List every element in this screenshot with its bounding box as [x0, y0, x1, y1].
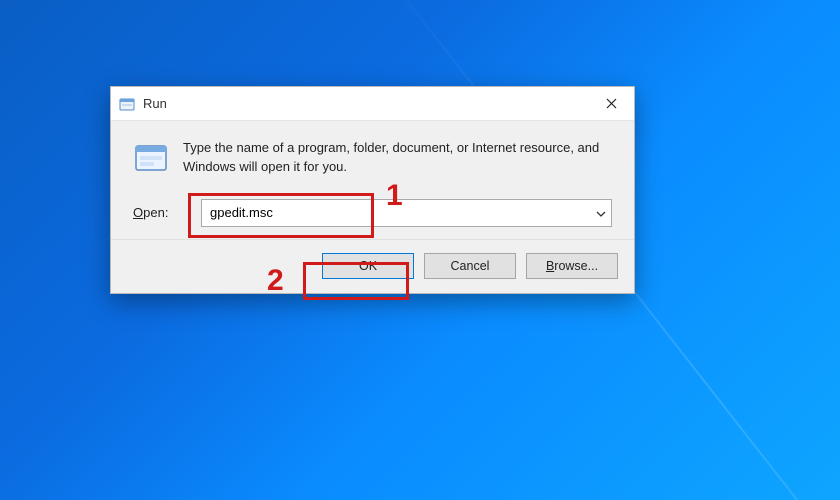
close-icon [606, 96, 617, 112]
ok-button[interactable]: OK [322, 253, 414, 279]
dialog-body: Type the name of a program, folder, docu… [111, 121, 634, 239]
description-text: Type the name of a program, folder, docu… [183, 139, 612, 177]
run-icon [119, 96, 135, 112]
close-button[interactable] [588, 87, 634, 121]
cancel-button[interactable]: Cancel [424, 253, 516, 279]
button-row: OK Cancel Browse... [111, 239, 634, 293]
browse-button[interactable]: Browse... [526, 253, 618, 279]
open-label: Open: [133, 205, 189, 220]
open-combobox[interactable] [201, 199, 612, 227]
titlebar: Run [111, 87, 634, 121]
run-large-icon [133, 139, 169, 175]
run-dialog: Run Type the name of a program, folder, … [110, 86, 635, 294]
window-title: Run [143, 96, 588, 111]
open-input[interactable] [201, 199, 612, 227]
